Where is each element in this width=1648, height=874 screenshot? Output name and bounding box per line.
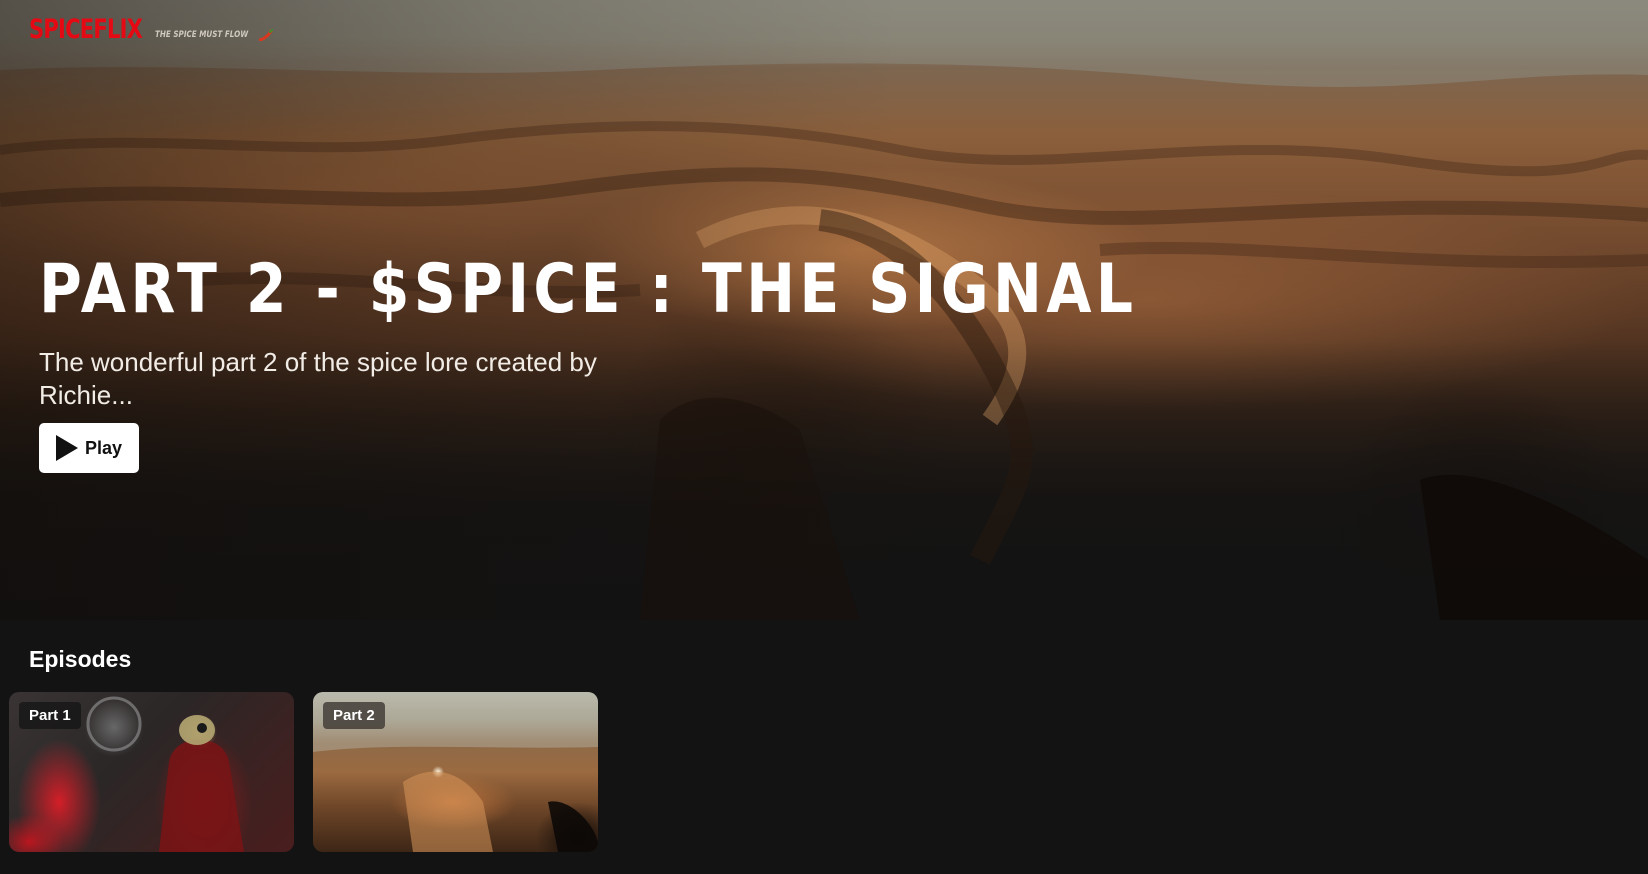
episodes-heading: Episodes (29, 646, 132, 672)
hero-content: PART 2 - $SPICE : THE SIGNAL The wonderf… (39, 256, 1139, 473)
hero-description: The wonderful part 2 of the spice lore c… (39, 347, 597, 410)
episode-card-part-1[interactable]: Part 1 (9, 692, 294, 852)
episode-label: Part 2 (323, 702, 385, 729)
episode-label: Part 1 (19, 702, 81, 729)
play-button[interactable]: Play (39, 423, 139, 473)
page: SPICEFLIX THE SPICE MUST FLOW PART 2 - $… (0, 0, 1648, 874)
play-icon (56, 435, 78, 461)
play-label: Play (85, 437, 123, 458)
brand-logo[interactable]: SPICEFLIX THE SPICE MUST FLOW (29, 14, 274, 45)
brand-tagline: THE SPICE MUST FLOW (155, 30, 249, 40)
hero-title: PART 2 - $SPICE : THE SIGNAL (39, 250, 1138, 329)
episode-card-part-2[interactable]: Part 2 (313, 692, 598, 852)
chili-pepper-icon (259, 29, 274, 41)
brand-name: SPICEFLIX (29, 14, 143, 45)
